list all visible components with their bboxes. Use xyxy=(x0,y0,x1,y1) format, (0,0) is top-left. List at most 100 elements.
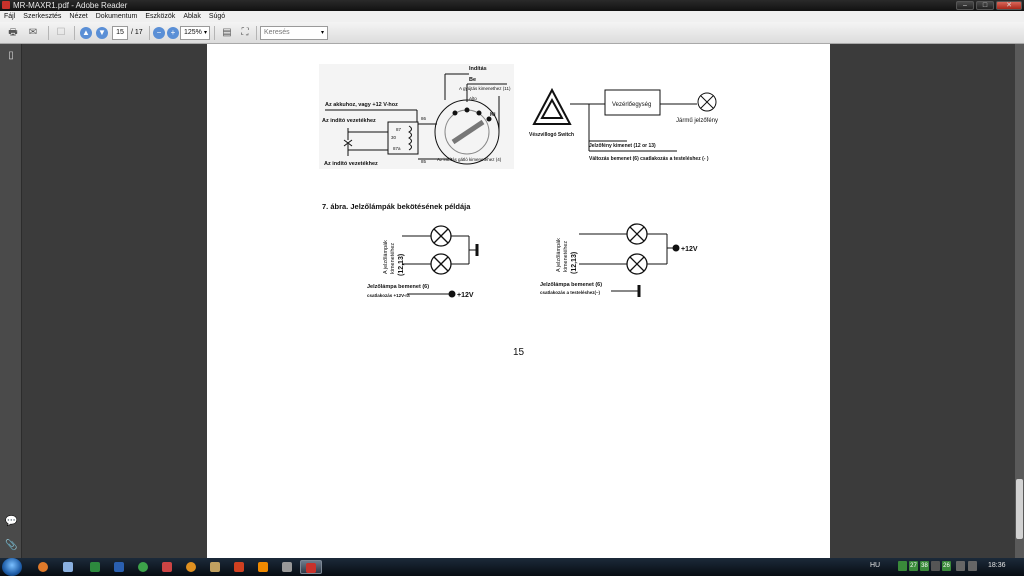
zoom-in-icon[interactable]: + xyxy=(167,27,179,39)
label-lamps-3: (12,13) xyxy=(571,252,578,274)
chevron-down-icon[interactable]: ▾ xyxy=(204,26,207,40)
page-number: 15 xyxy=(513,347,525,358)
figure-caption: 7. ábra. Jelzőlámpák bekötésének példája xyxy=(322,202,471,211)
fit-page-icon[interactable]: ▤ xyxy=(220,26,234,40)
switch-contact xyxy=(476,110,482,116)
taskbar-app-vlc[interactable] xyxy=(252,560,274,574)
label-lamps-1: A jelzőlámpák xyxy=(383,240,389,274)
page-content: Az akkuhoz, vagy +12 V-hoz Az indító vez… xyxy=(319,64,718,358)
title-bar: MR-MAXR1.pdf - Adobe Reader – □ ✕ xyxy=(0,0,1024,11)
taskbar-app-word[interactable] xyxy=(108,560,130,574)
vertical-scrollbar[interactable] xyxy=(1015,44,1024,558)
terminal-dot xyxy=(448,290,456,298)
switch-contact xyxy=(452,110,458,116)
tray-icon[interactable] xyxy=(931,561,940,571)
language-indicator[interactable]: HU xyxy=(870,562,880,569)
close-button[interactable]: ✕ xyxy=(996,1,1022,10)
label-lamps-2: kimenetéhez xyxy=(563,241,569,272)
toolbar-divider xyxy=(256,26,257,40)
label-connection: csatlakozás +12V-ra xyxy=(367,293,410,298)
search-placeholder: Keresés xyxy=(264,29,290,36)
menu-tools[interactable]: Eszközök xyxy=(141,11,179,22)
menu-window[interactable]: Ablak xyxy=(179,11,205,22)
label-hazard-switch: Vészvillogó Switch xyxy=(529,132,574,138)
scrollbar-thumb[interactable] xyxy=(1016,479,1023,539)
pin-87: 87 xyxy=(396,127,402,132)
comment-icon[interactable]: 💬 xyxy=(5,516,17,528)
clock[interactable]: 18:36 xyxy=(988,562,1006,569)
page-number-input[interactable]: 15 xyxy=(112,26,128,40)
search-input[interactable]: Keresés xyxy=(260,26,328,40)
hand-tool-icon[interactable]: ☐ xyxy=(54,26,68,40)
pages-icon[interactable]: ▯ xyxy=(5,50,17,62)
label-plus12v: +12V xyxy=(681,246,698,253)
label-connection: csatlakozás a testeléshez(–) xyxy=(540,290,601,295)
toolbar: 🖶 ✉ ☐ ▲ ▼ 15 / 17 − + 125% ▾ ▤ ⛶ Keresés… xyxy=(0,22,1024,44)
toolbar-divider xyxy=(149,26,150,40)
menu-document[interactable]: Dokumentum xyxy=(92,11,142,22)
menu-bar: Fájl Szerkesztés Nézet Dokumentum Eszköz… xyxy=(0,11,1024,22)
tray-badge[interactable]: 38 xyxy=(920,561,929,571)
window-title: MR-MAXR1.pdf - Adobe Reader xyxy=(13,1,128,10)
print-icon[interactable]: 🖶 xyxy=(6,26,20,40)
taskbar-app-excel[interactable] xyxy=(84,560,106,574)
minimize-button[interactable]: – xyxy=(956,1,974,10)
label-starter-bottom: Az indító vezetékhez xyxy=(324,161,378,167)
label-lamps-2: kimenetéhez xyxy=(390,243,396,274)
next-page-icon[interactable]: ▼ xyxy=(96,27,108,39)
navigation-panel: ▯ 💬 📎 xyxy=(0,44,22,558)
menu-view[interactable]: Nézet xyxy=(65,11,91,22)
menu-help[interactable]: Súgó xyxy=(205,11,229,22)
page-total: / 17 xyxy=(131,29,143,36)
adobe-reader-icon xyxy=(2,1,10,9)
label-inditas: Indítás xyxy=(469,66,487,72)
system-tray: HU 27 38 26 18:36 xyxy=(864,558,1024,576)
label-battery: Az akkuhoz, vagy +12 V-hoz xyxy=(325,102,398,108)
taskbar-app-red[interactable] xyxy=(228,560,250,574)
label-gatlo: Az indítás gátló kimenetéhez (4) xyxy=(437,157,502,162)
taskbar-app-firefox[interactable] xyxy=(32,560,54,574)
taskbar-app-adobe-reader[interactable] xyxy=(300,560,322,574)
label-signal-out: Jelzőfény kimenet (12 or 13) xyxy=(589,143,656,149)
switch-contact xyxy=(464,107,470,113)
label-be: Be xyxy=(469,77,476,83)
taskbar: HU 27 38 26 18:36 xyxy=(0,558,1024,576)
network-icon[interactable] xyxy=(956,561,965,571)
tray-icon[interactable] xyxy=(898,561,907,571)
start-button[interactable] xyxy=(2,558,22,576)
pin-30: 30 xyxy=(391,135,397,140)
label-starter-top: Az indító vezetékhez xyxy=(322,118,376,124)
volume-icon[interactable] xyxy=(968,561,977,571)
chevron-down-icon[interactable]: ▾ xyxy=(321,26,324,40)
previous-page-icon[interactable]: ▲ xyxy=(80,27,92,39)
label-lamps-1: A jelzőlámpák xyxy=(556,238,562,272)
terminal-dot xyxy=(672,244,680,252)
label-lamp-input: Jelzőlámpa bemenet (6) xyxy=(540,282,602,288)
fit-width-icon[interactable]: ⛶ xyxy=(238,26,252,40)
taskbar-app-media[interactable] xyxy=(156,560,178,574)
label-control-unit: Vezérlőegység xyxy=(612,102,651,108)
attachment-icon[interactable]: 📎 xyxy=(5,540,17,552)
tray-badge[interactable]: 26 xyxy=(942,561,951,571)
maximize-button[interactable]: □ xyxy=(976,1,994,10)
taskbar-app-chat[interactable] xyxy=(132,560,154,574)
toolbar-divider xyxy=(74,26,75,40)
tray-badge[interactable]: 27 xyxy=(909,561,918,571)
taskbar-app-tool[interactable] xyxy=(204,560,226,574)
window-controls: – □ ✕ xyxy=(956,0,1022,11)
label-vehicle-lamp: Jármű jelzőfény xyxy=(676,118,718,124)
toolbar-divider xyxy=(48,26,49,40)
label-lamp-input: Jelzőlámpa bemenet (6) xyxy=(367,284,429,290)
menu-file[interactable]: Fájl xyxy=(0,11,19,22)
label-gyujtas: A gyújtás kimenethez (11) xyxy=(459,86,511,91)
toolbar-divider xyxy=(214,26,215,40)
label-plus12v: +12V xyxy=(457,292,474,299)
email-icon[interactable]: ✉ xyxy=(26,26,40,40)
menu-edit[interactable]: Szerkesztés xyxy=(19,11,65,22)
zoom-out-icon[interactable]: − xyxy=(153,27,165,39)
taskbar-app-game[interactable] xyxy=(276,560,298,574)
pin-86: 86 xyxy=(421,116,427,121)
taskbar-app-orange[interactable] xyxy=(180,560,202,574)
taskbar-app-explorer[interactable] xyxy=(57,560,79,574)
pin-85: 85 xyxy=(421,159,427,164)
